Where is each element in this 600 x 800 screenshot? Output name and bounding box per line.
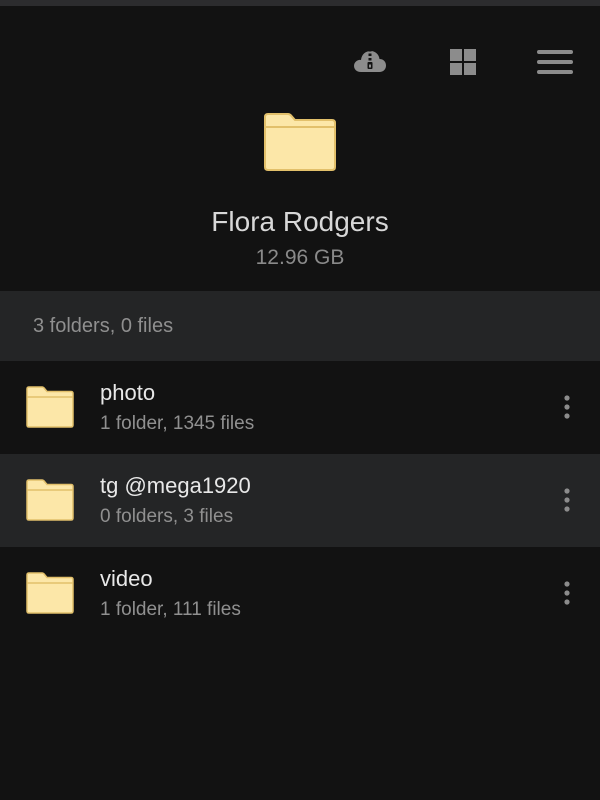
status-strip bbox=[0, 0, 600, 6]
item-name: video bbox=[100, 566, 153, 591]
list-item[interactable]: video 1 folder, 111 files bbox=[0, 547, 600, 640]
cloud-zip-button[interactable] bbox=[348, 40, 392, 84]
more-vertical-icon bbox=[564, 581, 570, 605]
more-vertical-icon bbox=[564, 395, 570, 419]
folder-title: Flora Rodgers bbox=[211, 206, 389, 237]
summary-text: 3 folders, 0 files bbox=[33, 315, 174, 337]
more-options-button[interactable] bbox=[548, 385, 586, 429]
folder-icon bbox=[264, 113, 336, 171]
grid-view-button[interactable] bbox=[441, 40, 485, 84]
more-vertical-icon bbox=[564, 488, 570, 512]
grid-view-icon bbox=[450, 49, 476, 75]
item-meta: 1 folder, 1345 files bbox=[100, 413, 255, 434]
item-meta: 1 folder, 111 files bbox=[100, 599, 241, 620]
file-browser-screen: Flora Rodgers 12.96 GB 3 folders, 0 file… bbox=[0, 0, 600, 800]
item-name: photo bbox=[100, 380, 156, 405]
folder-size: 12.96 GB bbox=[255, 246, 345, 269]
list-item[interactable]: photo 1 folder, 1345 files bbox=[0, 361, 600, 454]
item-name: tg @mega1920 bbox=[100, 473, 251, 498]
folder-icon bbox=[26, 572, 74, 614]
menu-button[interactable] bbox=[533, 40, 577, 84]
folder-icon bbox=[26, 386, 74, 428]
list-item[interactable]: tg @mega1920 0 folders, 3 files bbox=[0, 454, 600, 547]
summary-bar: 3 folders, 0 files bbox=[0, 291, 600, 361]
more-options-button[interactable] bbox=[548, 478, 586, 522]
item-meta: 0 folders, 3 files bbox=[100, 506, 234, 527]
menu-icon bbox=[537, 50, 573, 74]
more-options-button[interactable] bbox=[548, 571, 586, 615]
folder-icon bbox=[26, 479, 74, 521]
cloud-zip-icon bbox=[354, 49, 386, 72]
